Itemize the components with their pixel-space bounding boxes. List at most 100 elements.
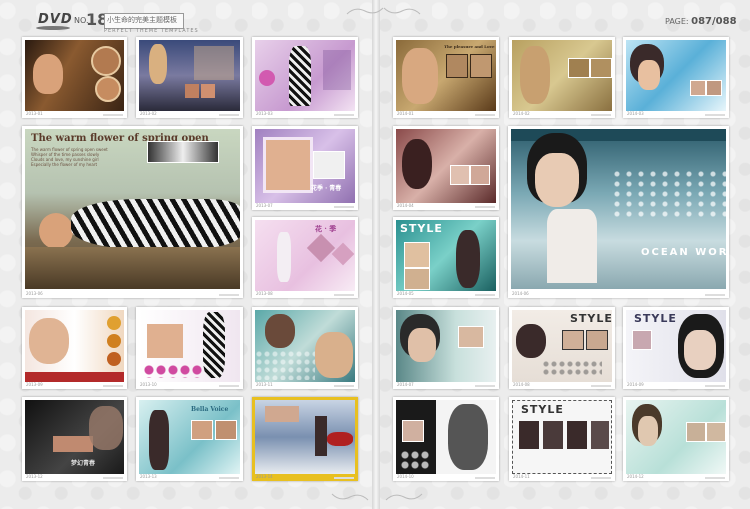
style-title: STYLE bbox=[400, 222, 443, 235]
template-card[interactable]: 花季 · 青春 2013-07 bbox=[252, 126, 358, 210]
template-thumbnail: The pleasure and Love bbox=[396, 40, 496, 111]
template-card[interactable]: The pleasure and Love 2014-01 bbox=[393, 37, 499, 118]
watermark bbox=[591, 477, 611, 479]
template-thumbnail bbox=[139, 40, 240, 111]
watermark bbox=[475, 294, 495, 296]
template-thumbnail bbox=[396, 310, 496, 382]
watermark bbox=[475, 114, 495, 116]
template-thumbnail: 花 · 季 bbox=[255, 220, 355, 291]
template-card[interactable]: 2013-01 bbox=[22, 37, 127, 118]
watermark bbox=[219, 477, 239, 479]
template-card[interactable]: 2013-14 bbox=[252, 397, 358, 481]
style-title: STYLE bbox=[521, 403, 564, 416]
template-code: 2014-04 bbox=[397, 203, 414, 208]
template-code: 2013-09 bbox=[26, 382, 43, 387]
template-thumbnail bbox=[25, 40, 124, 111]
bottom-flourish-icon bbox=[331, 493, 369, 501]
template-thumbnail bbox=[255, 400, 355, 474]
page-numbers: 087/088 bbox=[691, 16, 737, 27]
series-title-box: 小生命的完美主题模板 bbox=[104, 13, 184, 29]
template-thumbnail: 梦幻青春 bbox=[25, 400, 124, 474]
template-card[interactable]: 花 · 季 2013-08 bbox=[252, 217, 358, 298]
series-subtitle: PERFECT THEME TEMPLATES bbox=[104, 28, 199, 34]
template-thumbnail bbox=[255, 310, 355, 382]
template-card[interactable]: 梦幻青春 2013-12 bbox=[22, 397, 127, 481]
corner-flourish-icon bbox=[383, 7, 421, 15]
style-title: STYLE bbox=[634, 312, 677, 325]
watermark bbox=[475, 385, 495, 387]
template-thumbnail: OCEAN WORLD bbox=[511, 129, 726, 289]
template-thumbnail: STYLE bbox=[512, 310, 612, 382]
template-card[interactable]: 2014-10 bbox=[393, 397, 499, 481]
watermark bbox=[705, 477, 725, 479]
template-thumbnail: 花季 · 青春 bbox=[255, 129, 355, 203]
template-code: 2014-02 bbox=[513, 111, 530, 116]
template-code: 2014-01 bbox=[397, 111, 414, 116]
watermark bbox=[219, 294, 239, 296]
template-card[interactable]: STYLE 2014-08 bbox=[509, 307, 615, 389]
dvd-logo: DVD bbox=[38, 12, 73, 27]
series-title: 小生命的完美主题模板 bbox=[107, 16, 177, 24]
dream-text: 梦幻青春 bbox=[71, 460, 96, 467]
template-card[interactable]: STYLE 2014-05 bbox=[393, 217, 499, 298]
template-thumbnail bbox=[396, 400, 496, 474]
corner-flourish-icon bbox=[346, 7, 384, 15]
vintage-title: The pleasure and Love bbox=[444, 44, 495, 49]
watermark bbox=[219, 385, 239, 387]
template-code: 2013-08 bbox=[256, 291, 273, 296]
template-card[interactable]: 2013-03 bbox=[252, 37, 358, 118]
template-code: 2013-03 bbox=[256, 111, 273, 116]
template-thumbnail bbox=[139, 310, 240, 382]
template-code: 2013-01 bbox=[26, 111, 43, 116]
page-indicator: PAGE: 087/088 bbox=[665, 16, 737, 27]
template-thumbnail bbox=[255, 40, 355, 111]
template-code: 2013-10 bbox=[140, 382, 157, 387]
template-code: 2014-09 bbox=[627, 382, 644, 387]
template-code: 2014-12 bbox=[627, 474, 644, 479]
template-code: 2014-06 bbox=[512, 291, 529, 296]
watermark bbox=[705, 385, 725, 387]
template-card[interactable]: 2013-11 bbox=[252, 307, 358, 389]
template-card[interactable]: Bella Voice 2013-13 bbox=[136, 397, 243, 481]
template-thumbnail bbox=[396, 129, 496, 203]
template-thumbnail: STYLE bbox=[512, 400, 612, 474]
template-card[interactable]: 2013-10 bbox=[136, 307, 243, 389]
template-card[interactable]: STYLE 2014-09 bbox=[623, 307, 729, 389]
featured-template-card[interactable]: The warm flower of spring open The warm … bbox=[22, 126, 243, 298]
watermark bbox=[103, 114, 123, 116]
template-code: 2013-11 bbox=[256, 382, 273, 387]
template-code: 2013-07 bbox=[256, 203, 273, 208]
template-card[interactable]: 2014-12 bbox=[623, 397, 729, 481]
bottom-flourish-icon bbox=[385, 493, 423, 501]
template-card[interactable]: 2014-02 bbox=[509, 37, 615, 118]
template-thumbnail: Bella Voice bbox=[139, 400, 240, 474]
page-label: PAGE: bbox=[665, 17, 692, 26]
feature-body: The warm flower of spring open sweet Whi… bbox=[31, 147, 108, 167]
template-thumbnail bbox=[626, 40, 726, 111]
watermark bbox=[334, 294, 354, 296]
template-code: 2014-05 bbox=[397, 291, 414, 296]
watermark bbox=[475, 206, 495, 208]
page-gutter bbox=[372, 0, 380, 509]
template-card[interactable]: 2013-02 bbox=[136, 37, 243, 118]
watermark bbox=[219, 114, 239, 116]
template-code: 2013-02 bbox=[140, 111, 157, 116]
watermark bbox=[705, 294, 725, 296]
watermark bbox=[334, 477, 354, 479]
template-code: 2014-07 bbox=[397, 382, 414, 387]
featured-template-card[interactable]: OCEAN WORLD 2014-06 bbox=[508, 126, 729, 298]
template-card[interactable]: STYLE 2014-11 bbox=[509, 397, 615, 481]
template-card[interactable]: 2014-04 bbox=[393, 126, 499, 210]
watermark bbox=[591, 385, 611, 387]
template-thumbnail bbox=[512, 40, 612, 111]
template-card[interactable]: 2013-09 bbox=[22, 307, 127, 389]
template-code: 2014-10 bbox=[397, 474, 414, 479]
template-card[interactable]: 2014-07 bbox=[393, 307, 499, 389]
watermark bbox=[591, 114, 611, 116]
ocean-title: OCEAN WORLD bbox=[641, 247, 726, 258]
template-code: 2014-11 bbox=[513, 474, 530, 479]
template-card[interactable]: 2014-03 bbox=[623, 37, 729, 118]
watermark bbox=[475, 477, 495, 479]
bella-voice-text: Bella Voice bbox=[191, 406, 229, 413]
watermark bbox=[103, 477, 123, 479]
